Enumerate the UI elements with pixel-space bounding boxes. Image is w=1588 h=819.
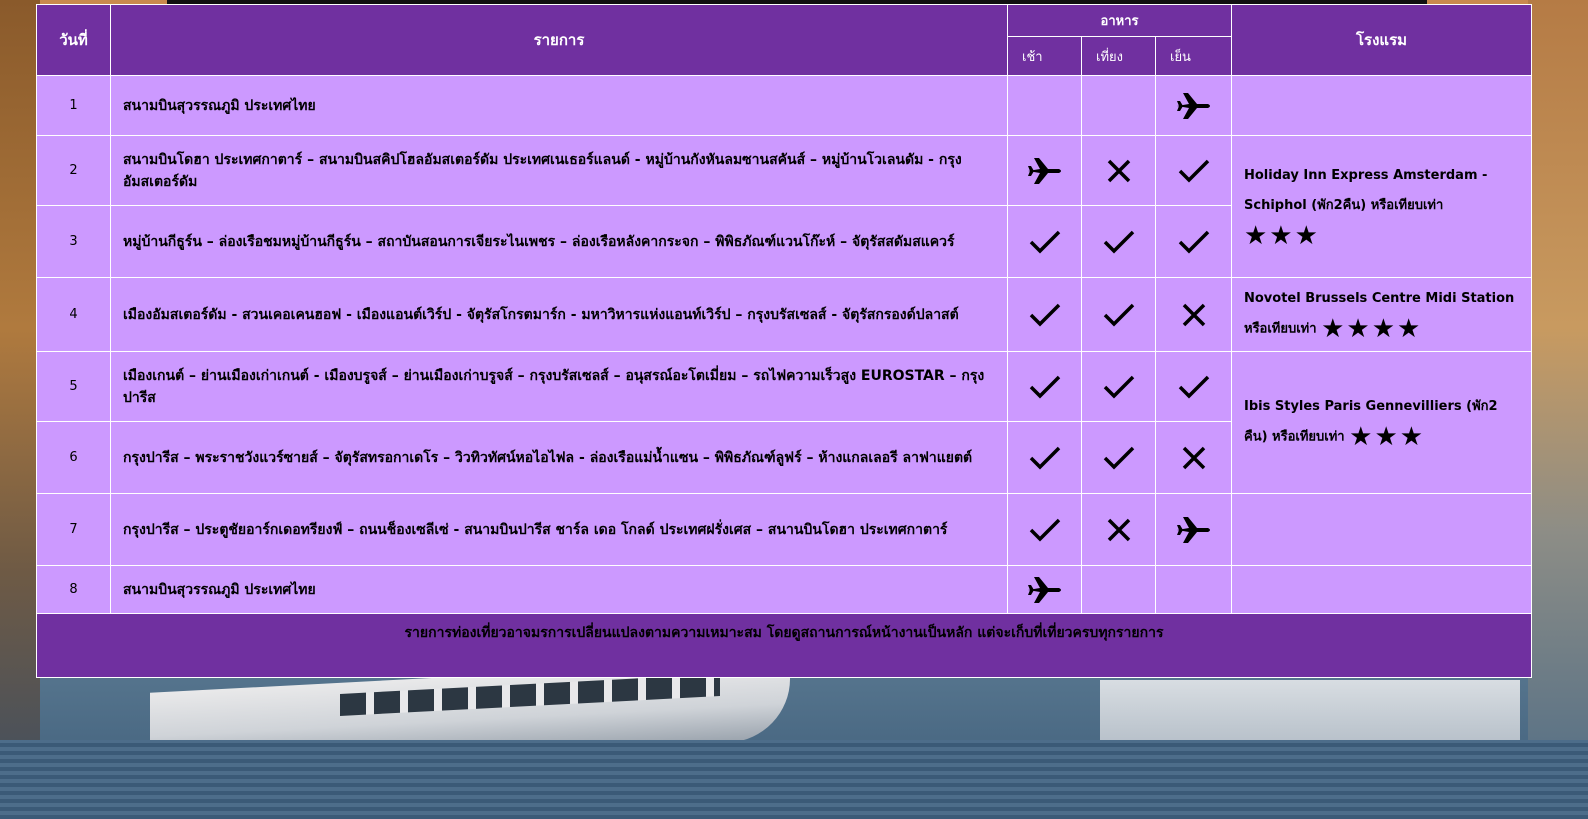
program-cell: เมืองเกนต์ – ย่านเมืองเก่าเกนต์ - เมืองบ… xyxy=(110,351,1008,422)
background-left xyxy=(0,0,40,819)
program-cell: กรุงปารีส – ประตูชัยอาร์กเดอทรียงฟ์ – ถน… xyxy=(110,493,1008,566)
hotel-cell: Novotel Brussels Centre Midi Station หรื… xyxy=(1231,277,1532,352)
cross-icon xyxy=(1106,518,1132,541)
moored-boats xyxy=(1100,680,1520,740)
meal-breakfast-cell xyxy=(1007,75,1082,136)
hotel-cell-empty xyxy=(1231,493,1532,566)
check-icon xyxy=(1028,375,1062,398)
day-cell: 5 xyxy=(36,351,111,422)
check-icon xyxy=(1102,303,1136,326)
check-icon xyxy=(1177,375,1211,398)
background-right xyxy=(1528,0,1588,819)
day-cell: 1 xyxy=(36,75,111,136)
plane-icon xyxy=(1175,516,1213,543)
check-icon xyxy=(1028,518,1062,541)
meal-breakfast-cell xyxy=(1007,135,1082,206)
meal-dinner-cell xyxy=(1155,565,1232,614)
meal-dinner-cell xyxy=(1155,135,1232,206)
cross-icon xyxy=(1181,303,1207,326)
header-program: รายการ xyxy=(110,4,1008,76)
meal-dinner-cell xyxy=(1155,351,1232,422)
day-cell: 4 xyxy=(36,277,111,352)
check-icon xyxy=(1028,446,1062,469)
star-rating: ★★★ xyxy=(1349,422,1426,453)
footer-note: รายการท่องเที่ยวอาจมรการเปลี่ยนแปลงตามคว… xyxy=(36,613,1532,678)
header-lunch: เที่ยง xyxy=(1081,36,1156,76)
meal-dinner-cell xyxy=(1155,75,1232,136)
header-hotel: โรงแรม xyxy=(1231,4,1532,76)
star-rating: ★★★★ xyxy=(1321,314,1423,345)
program-cell: เมืองอัมสเตอร์ดัม - สวนเคอเคนฮอฟ - เมือง… xyxy=(110,277,1008,352)
check-icon xyxy=(1177,159,1211,182)
table-row: 8 สนามบินสุวรรณภูมิ ประเทศไทย xyxy=(36,565,1532,614)
meal-lunch-cell xyxy=(1081,75,1156,136)
meal-dinner-cell xyxy=(1155,421,1232,494)
header-meals: อาหาร xyxy=(1007,4,1232,37)
plane-icon xyxy=(1175,92,1213,119)
program-cell: สนามบินสุวรรณภูมิ ประเทศไทย xyxy=(110,75,1008,136)
hotel-cell-empty xyxy=(1231,75,1532,136)
meal-breakfast-cell xyxy=(1007,277,1082,352)
check-icon xyxy=(1177,230,1211,253)
itinerary-table: วันที่ รายการ อาหาร โรงแรม เช้า เที่ยง เ… xyxy=(36,4,1532,678)
table-row: 1 สนามบินสุวรรณภูมิ ประเทศไทย xyxy=(36,75,1532,136)
program-cell: กรุงปารีส – พระราชวังแวร์ซายส์ – จัตุรัส… xyxy=(110,421,1008,494)
meal-breakfast-cell xyxy=(1007,565,1082,614)
header-breakfast: เช้า xyxy=(1007,36,1082,76)
day-cell: 7 xyxy=(36,493,111,566)
table-row: 7 กรุงปารีส – ประตูชัยอาร์กเดอทรียงฟ์ – … xyxy=(36,493,1532,566)
program-cell: สนามบินสุวรรณภูมิ ประเทศไทย xyxy=(110,565,1008,614)
meal-breakfast-cell xyxy=(1007,421,1082,494)
program-cell: หมู่บ้านกีธูร์น – ล่องเรือชมหมู่บ้านกีธู… xyxy=(110,205,1008,278)
plane-icon xyxy=(1026,157,1064,184)
meal-dinner-cell xyxy=(1155,205,1232,278)
meal-breakfast-cell xyxy=(1007,205,1082,278)
day-cell: 3 xyxy=(36,205,111,278)
header-day: วันที่ xyxy=(36,4,111,76)
meal-lunch-cell xyxy=(1081,277,1156,352)
check-icon xyxy=(1028,303,1062,326)
table-row: 2 สนามบินโดฮา ประเทศกาตาร์ – สนามบินสคิป… xyxy=(36,135,1532,278)
star-rating: ★★★ xyxy=(1244,221,1320,252)
header-dinner: เย็น xyxy=(1155,36,1232,76)
check-icon xyxy=(1028,230,1062,253)
meal-breakfast-cell xyxy=(1007,351,1082,422)
meal-lunch-cell xyxy=(1081,565,1156,614)
plane-icon xyxy=(1026,576,1064,603)
table-row: 5 เมืองเกนต์ – ย่านเมืองเก่าเกนต์ - เมือ… xyxy=(36,351,1532,494)
check-icon xyxy=(1102,230,1136,253)
river-water xyxy=(0,740,1588,819)
hotel-cell: Ibis Styles Paris Gennevilliers (พัก2 คื… xyxy=(1231,351,1532,494)
program-cell: สนามบินโดฮา ประเทศกาตาร์ – สนามบินสคิปโฮ… xyxy=(110,135,1008,206)
meal-breakfast-cell xyxy=(1007,493,1082,566)
day-cell: 6 xyxy=(36,421,111,494)
hotel-cell: Holiday Inn Express Amsterdam - Schiphol… xyxy=(1231,135,1532,278)
meal-lunch-cell xyxy=(1081,135,1156,206)
meal-lunch-cell xyxy=(1081,351,1156,422)
check-icon xyxy=(1102,375,1136,398)
meal-dinner-cell xyxy=(1155,493,1232,566)
meal-lunch-cell xyxy=(1081,493,1156,566)
hotel-name: Holiday Inn Express Amsterdam - Schiphol… xyxy=(1244,168,1488,214)
day-cell: 8 xyxy=(36,565,111,614)
day-cell: 2 xyxy=(36,135,111,206)
meal-lunch-cell xyxy=(1081,205,1156,278)
cross-icon xyxy=(1106,159,1132,182)
table-row: 4 เมืองอัมสเตอร์ดัม - สวนเคอเคนฮอฟ - เมื… xyxy=(36,277,1532,352)
hotel-cell-empty xyxy=(1231,565,1532,614)
cross-icon xyxy=(1181,446,1207,469)
meal-lunch-cell xyxy=(1081,421,1156,494)
check-icon xyxy=(1102,446,1136,469)
meal-dinner-cell xyxy=(1155,277,1232,352)
